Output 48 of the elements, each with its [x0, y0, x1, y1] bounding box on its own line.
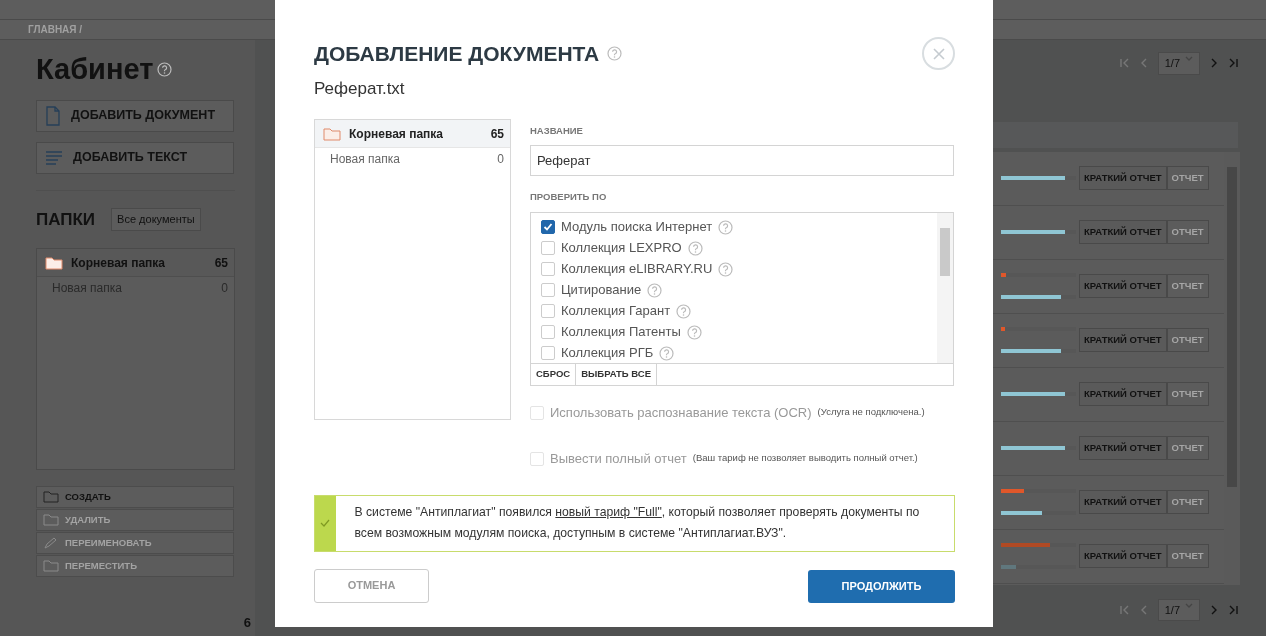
source-label: Модуль поиска Интернет [561, 218, 713, 237]
report-button[interactable]: КРАТКИЙ ОТЧЕТ [1079, 219, 1167, 245]
section-heading: ПАПКИ [36, 208, 96, 231]
page-number: 1/7 [1164, 56, 1180, 71]
notice-text: В системе "Антиплагиат" появился новый тариф "Full", который позволяет проверять документы по всем возможным модулям поиска, доступным в системе "Антиплагиат.ВУЗ". [353, 503, 921, 542]
option-label: Вывести полный отчет [550, 449, 687, 468]
tariff-link[interactable]: новый тариф "Full" [555, 504, 662, 519]
name-field[interactable]: Реферат [530, 145, 954, 177]
page-number: 1/7 [1164, 602, 1180, 618]
continue-button[interactable]: ПРОДОЛЖИТЬ [808, 569, 955, 603]
file-name: Реферат.txt [314, 77, 406, 100]
option-label: Использовать распознавание текста (OCR) [550, 403, 812, 422]
source-label: Коллекция eLIBRARY.RU [561, 260, 713, 279]
report-button[interactable]: КРАТКИЙ ОТЧЕТ [1079, 543, 1167, 569]
option-note: (Ваш тариф не позволяет выводить полный отчет.) [692, 451, 918, 466]
action-button[interactable]: ДОБАВИТЬ ТЕКСТ [36, 141, 234, 174]
folder-action-button[interactable]: СОЗДАТЬ [36, 486, 234, 508]
report-button[interactable]: КРАТКИЙ ОТЧЕТ [1079, 327, 1167, 353]
dialog-title: ДОБАВЛЕНИЕ ДОКУМЕНТА [314, 41, 600, 67]
cancel-button[interactable]: ОТМЕНА [314, 568, 429, 603]
source-label: Коллекция РГБ [561, 344, 654, 363]
source-label: Коллекция Гарант [561, 302, 671, 321]
source-label: Коллекция Патенты [561, 323, 681, 342]
all-documents-button[interactable]: Все документы [111, 208, 201, 231]
source-label: Цитирование [561, 281, 642, 300]
option-note: (Услуга не подключена.) [817, 405, 925, 420]
folder-count: 65 [214, 254, 228, 272]
field-label: НАЗВАНИЕ [530, 124, 584, 138]
report-button[interactable]: КРАТКИЙ ОТЧЕТ [1079, 273, 1167, 299]
folder-count: 65 [490, 125, 504, 143]
item-count: 6 [242, 614, 251, 632]
folder-name: Корневая папка [349, 125, 444, 143]
report-button[interactable]: КРАТКИЙ ОТЧЕТ [1079, 435, 1167, 461]
page-select[interactable]: 1/7 [1157, 52, 1200, 75]
report-button[interactable]: КРАТКИЙ ОТЧЕТ [1079, 489, 1167, 515]
source-label: Коллекция LEXPRO [561, 239, 682, 258]
action-button[interactable]: ДОБАВИТЬ ДОКУМЕНТ [36, 99, 234, 132]
folder-count: 0 [497, 151, 504, 168]
report-button[interactable]: КРАТКИЙ ОТЧЕТ [1079, 381, 1167, 407]
page-title: Кабинет [36, 52, 154, 87]
field-label: ПРОВЕРИТЬ ПО [530, 190, 608, 205]
folder-name: Новая папка [330, 151, 401, 168]
breadcrumb[interactable]: ГЛАВНАЯ / [28, 22, 83, 37]
folder-name: Корневая папка [71, 254, 166, 272]
folder-item[interactable]: Новая папка 0 [315, 148, 510, 170]
page-select[interactable]: 1/7 [1157, 598, 1200, 621]
folder-item[interactable]: Корневая папка 65 [315, 120, 510, 148]
report-button[interactable]: КРАТКИЙ ОТЧЕТ [1079, 165, 1167, 191]
